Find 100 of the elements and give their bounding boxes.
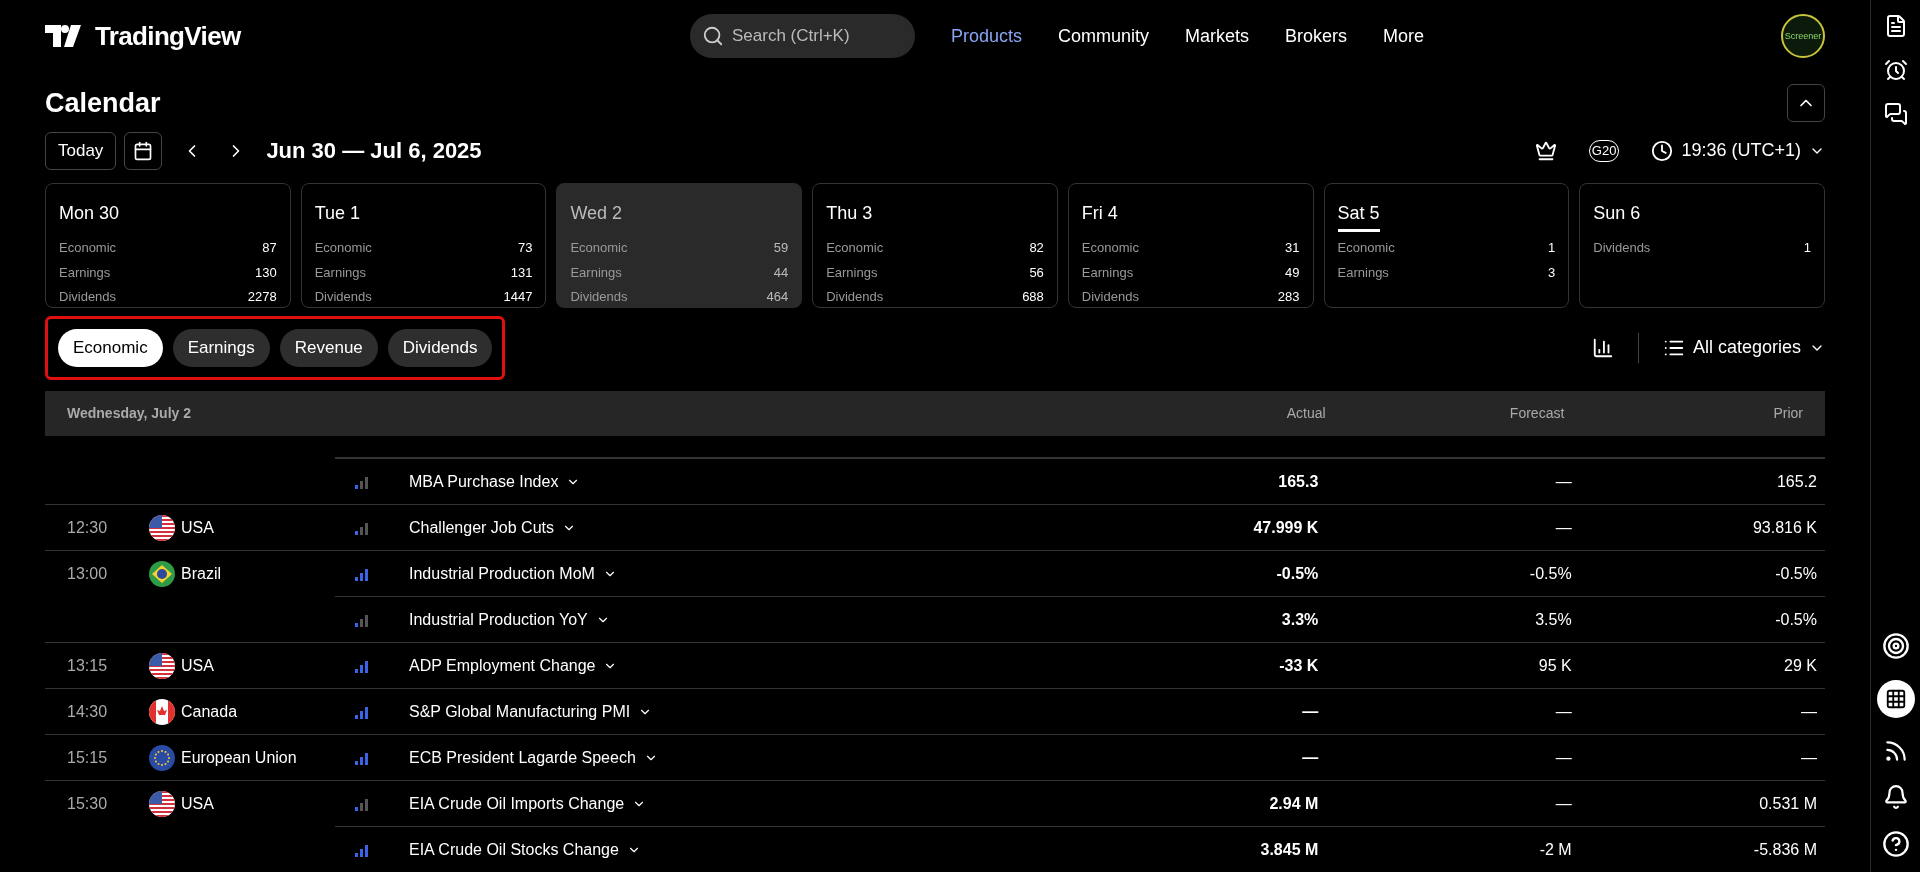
country-name: USA <box>181 793 214 814</box>
event-name[interactable]: ECB President Lagarde Speech <box>409 745 658 770</box>
event-time: 13:00 <box>67 563 109 584</box>
event-name[interactable]: EIA Crude Oil Stocks Change <box>409 837 641 862</box>
stat-count: 1447 <box>503 288 533 307</box>
bar-chart-icon[interactable] <box>1591 336 1614 359</box>
forecast-value: 3.5% <box>1318 596 1572 642</box>
column-heading: Forecast <box>1508 404 1565 423</box>
flag-icon <box>149 560 175 587</box>
event-name[interactable]: ADP Employment Change <box>409 653 618 678</box>
crown-icon[interactable] <box>1534 139 1557 162</box>
event-name[interactable]: Challenger Job Cuts <box>409 515 576 540</box>
stat-label: Economic <box>59 239 117 258</box>
event-time: 15:15 <box>67 747 109 768</box>
event-time: 15:30 <box>67 793 109 814</box>
nav-link[interactable]: Brokers <box>1285 22 1348 50</box>
calendar-button[interactable] <box>124 131 163 170</box>
actual-value: 3.3% <box>1065 596 1319 642</box>
actual-value: -0.5% <box>1065 550 1319 596</box>
day-card[interactable]: Mon 30 Economic 87 Earnings 130 Dividends 2278 <box>45 183 291 309</box>
prior-value: — <box>1571 734 1825 780</box>
day-card[interactable]: Sun 6 Dividends 1 <box>1579 183 1825 309</box>
stat-count: 464 <box>766 288 789 307</box>
stat-count: 31 <box>1285 239 1300 258</box>
stat-count: 3 <box>1548 263 1556 282</box>
target-icon[interactable] <box>1881 632 1910 660</box>
importance-icon <box>355 612 369 627</box>
event-time: 13:15 <box>67 655 109 676</box>
alarm-clock-icon[interactable] <box>1883 58 1908 82</box>
event-name[interactable]: Industrial Production YoY <box>409 607 610 632</box>
event-name[interactable]: Industrial Production MoM <box>409 561 617 586</box>
day-card[interactable]: Thu 3 Economic 82 Earnings 56 Dividends 688 <box>812 183 1058 309</box>
country-name: USA <box>181 517 214 538</box>
stat-count: 1 <box>1803 239 1811 258</box>
column-heading: Prior <box>1772 404 1803 423</box>
day-card[interactable]: Sat 5 Economic 1 Earnings 3 <box>1323 183 1570 309</box>
day-card[interactable]: Wed 2 Economic 59 Earnings 44 Dividends 464 <box>556 183 803 309</box>
search-field[interactable]: Search (Ctrl+K) <box>690 14 915 59</box>
stat-count: 1 <box>1548 239 1556 258</box>
apps-button[interactable] <box>1876 680 1915 718</box>
country-name: USA <box>181 655 214 676</box>
importance-icon <box>355 658 369 673</box>
nav-link[interactable]: Community <box>1058 22 1150 50</box>
column-heading: Actual <box>1285 404 1326 423</box>
event-name[interactable]: EIA Crude Oil Imports Change <box>409 791 647 816</box>
flag-icon <box>149 698 175 725</box>
category-tab[interactable]: Economic <box>58 328 163 367</box>
date-heading: Wednesday, July 2 <box>67 404 192 423</box>
nav-link[interactable]: More <box>1383 22 1425 50</box>
importance-icon <box>355 842 369 857</box>
day-label: Thu 3 <box>826 202 873 226</box>
event-name[interactable]: MBA Purchase Index <box>409 469 581 494</box>
today-button[interactable]: Today <box>45 131 117 170</box>
category-tab[interactable]: Dividends <box>387 328 493 367</box>
day-card[interactable]: Fri 4 Economic 31 Earnings 49 Dividends 283 <box>1067 183 1314 309</box>
prior-value: -0.5% <box>1571 550 1825 596</box>
stat-label: Earnings <box>314 263 366 282</box>
event-name[interactable]: S&P Global Manufacturing PMI <box>409 699 653 724</box>
forecast-value: 95 K <box>1318 642 1572 688</box>
stat-label: Dividends <box>570 288 628 307</box>
stat-count: 283 <box>1277 288 1300 307</box>
actual-value: — <box>1065 688 1319 734</box>
day-card[interactable]: Tue 1 Economic 73 Earnings 131 Dividends 1447 <box>300 183 547 309</box>
country-name: Brazil <box>181 563 221 584</box>
nav-link[interactable]: Products <box>951 22 1023 50</box>
stat-label: Dividends <box>59 288 117 307</box>
prior-value: 165.2 <box>1571 458 1825 504</box>
category-filter[interactable]: All categories <box>1662 334 1825 362</box>
chat-icon[interactable] <box>1883 102 1908 126</box>
clock-icon[interactable] <box>1651 139 1674 162</box>
day-label: Sat 5 <box>1337 200 1380 233</box>
help-icon[interactable] <box>1881 830 1910 858</box>
avatar[interactable]: Screener <box>1781 14 1825 59</box>
prior-value: — <box>1571 688 1825 734</box>
forecast-value: — <box>1318 780 1572 826</box>
calendar-icon <box>133 140 154 161</box>
stat-count: 2278 <box>247 288 277 307</box>
actual-value: 3.845 M <box>1065 826 1319 872</box>
category-tab[interactable]: Earnings <box>172 328 270 367</box>
stat-label: Earnings <box>570 263 622 282</box>
nav-link[interactable]: Markets <box>1185 22 1250 50</box>
prior-value: -5.836 M <box>1571 826 1825 872</box>
importance-icon <box>355 796 369 811</box>
stat-count: 49 <box>1285 263 1300 282</box>
importance-icon <box>355 520 369 535</box>
stat-count: 87 <box>262 239 277 258</box>
stat-label: Earnings <box>1081 263 1134 282</box>
stat-label: Dividends <box>1593 239 1651 258</box>
bell-icon[interactable] <box>1882 784 1909 810</box>
search-icon <box>702 25 724 48</box>
forecast-value: — <box>1318 504 1572 550</box>
day-label: Tue 1 <box>314 202 361 226</box>
category-tab[interactable]: Revenue <box>279 328 378 367</box>
actual-value: 2.94 M <box>1065 780 1319 826</box>
logo-text[interactable]: TradingView <box>95 16 241 56</box>
timezone-button[interactable]: 19:36 (UTC+1) <box>1681 137 1825 165</box>
flag-icon <box>149 744 175 771</box>
forecast-value: -2 M <box>1318 826 1572 872</box>
prior-value: 29 K <box>1571 642 1825 688</box>
day-label: Sun 6 <box>1593 202 1641 226</box>
